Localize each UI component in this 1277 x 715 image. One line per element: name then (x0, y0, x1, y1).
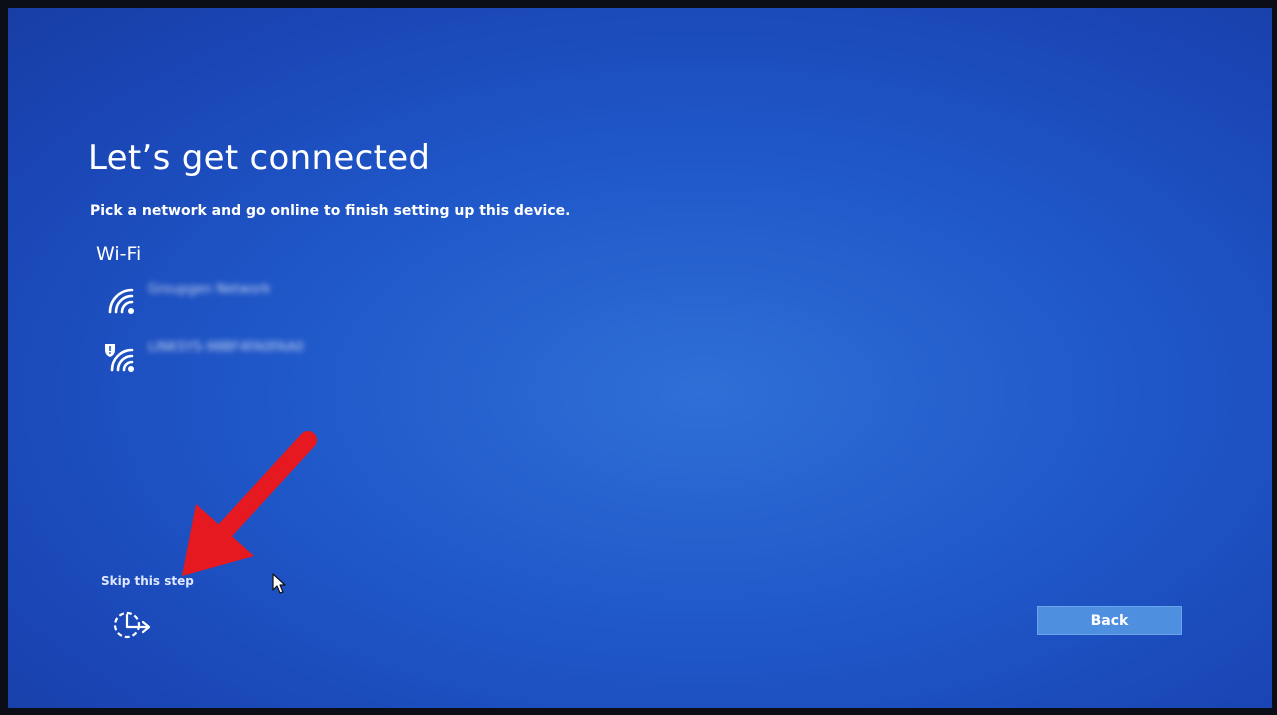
wifi-section-label: Wi-Fi (96, 243, 142, 265)
mouse-cursor-icon (272, 573, 286, 594)
page-subtitle: Pick a network and go online to finish s… (90, 203, 571, 219)
network-name: Groupgen Network (148, 282, 271, 297)
wifi-warning-icon (105, 344, 134, 372)
network-name: LINKSYS-98BF4FA0FAA0 (148, 340, 304, 355)
page-title: Let’s get connected (88, 138, 431, 178)
monitor-frame: Let’s get connected Pick a network and g… (0, 0, 1277, 715)
wifi-icon (108, 288, 134, 314)
network-item[interactable]: Groupgen Network (100, 280, 340, 320)
red-arrow-annotation (182, 431, 317, 576)
ease-of-access-icon[interactable] (108, 608, 154, 642)
setup-screen: Let’s get connected Pick a network and g… (8, 8, 1272, 708)
back-button[interactable]: Back (1037, 606, 1182, 635)
network-item[interactable]: LINKSYS-98BF4FA0FAA0 (100, 338, 340, 378)
